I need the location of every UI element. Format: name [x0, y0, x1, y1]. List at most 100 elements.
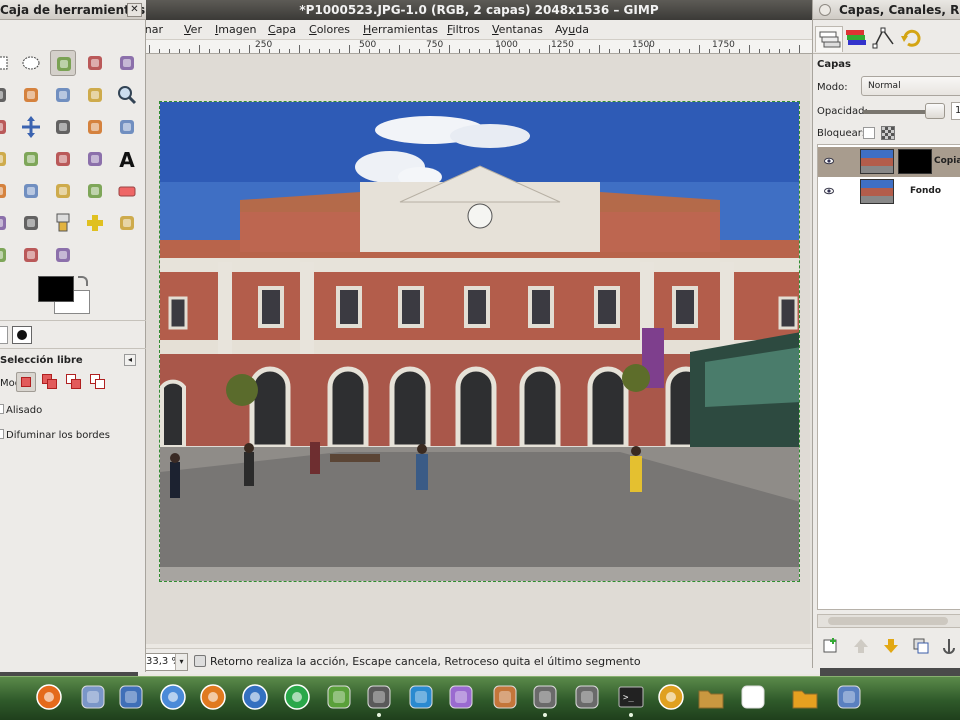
color-picker-tool[interactable] — [82, 82, 108, 108]
foreground-color-swatch[interactable] — [38, 276, 74, 302]
scrollbar-thumb[interactable] — [828, 617, 948, 625]
folder-icon[interactable] — [696, 682, 726, 712]
menu-colores[interactable]: Colores — [309, 23, 350, 36]
lock-alpha-icon[interactable] — [881, 126, 895, 140]
text-tool[interactable]: A — [114, 146, 140, 172]
chevron-left-icon[interactable]: ◂ — [124, 354, 136, 366]
evernote-icon[interactable] — [324, 682, 354, 712]
workspaces-icon[interactable] — [738, 682, 768, 712]
brush-preview-icon[interactable] — [0, 326, 8, 344]
thunderbird-icon[interactable] — [240, 682, 270, 712]
gimp-icon[interactable] — [364, 682, 394, 717]
lower-layer-icon[interactable] — [881, 636, 901, 656]
opacity-spinbox[interactable]: 1 — [951, 102, 960, 120]
scale-tool[interactable] — [0, 146, 12, 172]
mode-subtract-button[interactable] — [64, 372, 84, 392]
rotate-tool[interactable] — [114, 114, 140, 140]
zoom-tool[interactable] — [114, 82, 140, 108]
horizontal-ruler[interactable]: 250 500 750 1000 1250 1500 1750 — [146, 40, 820, 54]
blend-tool[interactable] — [18, 178, 44, 204]
layer-list-scrollbar[interactable] — [817, 614, 960, 628]
firefox-icon[interactable] — [198, 682, 228, 712]
scissors-select-tool[interactable] — [0, 82, 12, 108]
layer-row[interactable]: Fondo — [818, 177, 960, 207]
blur-tool[interactable] — [0, 242, 12, 268]
paths-tool[interactable] — [50, 82, 76, 108]
chevron-down-icon[interactable]: ▾ — [175, 654, 187, 670]
menu-ventanas[interactable]: Ventanas — [492, 23, 543, 36]
paintbrush-tool[interactable] — [82, 178, 108, 204]
smudge-tool[interactable] — [18, 242, 44, 268]
dodge-burn-tool[interactable] — [50, 242, 76, 268]
move-tool[interactable] — [18, 114, 44, 140]
ubuntu-icon[interactable] — [34, 682, 64, 712]
mode-intersect-button[interactable] — [88, 372, 108, 392]
menu-herramientas[interactable]: Herramientas — [363, 23, 438, 36]
antialias-checkbox[interactable] — [0, 404, 4, 414]
window-switcher-icon[interactable] — [834, 682, 864, 712]
shear-tool[interactable] — [18, 146, 44, 172]
anchor-layer-icon[interactable] — [939, 636, 959, 656]
archive-icon[interactable] — [790, 682, 820, 712]
tab-paths[interactable] — [871, 26, 899, 52]
spotify-icon[interactable] — [282, 682, 312, 712]
crop-tool[interactable] — [82, 114, 108, 140]
menu-imagen[interactable]: Imagen — [215, 23, 256, 36]
opacity-slider-handle[interactable] — [925, 103, 945, 119]
menu-filtros[interactable]: Filtros — [447, 23, 480, 36]
align-tool[interactable] — [50, 114, 76, 140]
image-canvas[interactable] — [159, 101, 800, 582]
flip-tool[interactable] — [82, 146, 108, 172]
pidgin-icon[interactable] — [446, 682, 476, 712]
airbrush-tool[interactable] — [0, 210, 12, 236]
new-layer-icon[interactable] — [821, 636, 841, 656]
close-icon[interactable] — [819, 4, 831, 16]
measure-tool[interactable] — [0, 114, 12, 140]
rect-select-tool[interactable] — [0, 50, 12, 76]
menu-capa[interactable]: Capa — [268, 23, 296, 36]
canvas-area[interactable] — [146, 54, 810, 644]
gimp-icon-2[interactable] — [530, 682, 560, 717]
menu-ayuda[interactable]: Ayuda — [555, 23, 589, 36]
close-icon[interactable]: ✕ — [127, 3, 142, 17]
eye-icon[interactable] — [824, 186, 834, 196]
duplicate-layer-icon[interactable] — [911, 636, 931, 656]
layer-mode-select[interactable]: Normal — [861, 76, 960, 96]
zoom-select[interactable]: 33,3 % ▾ — [142, 653, 188, 671]
color-select-tool[interactable] — [114, 50, 140, 76]
bucket-fill-tool[interactable] — [0, 178, 12, 204]
eraser-tool[interactable] — [114, 178, 140, 204]
chromium-icon[interactable] — [158, 682, 188, 712]
brush-circle-icon[interactable] — [12, 326, 32, 344]
clock-icon[interactable] — [656, 682, 686, 712]
empathy-icon[interactable] — [406, 682, 436, 712]
fuzzy-select-tool[interactable] — [82, 50, 108, 76]
terminal-icon[interactable]: >_ — [616, 682, 646, 717]
tab-channels[interactable] — [843, 26, 871, 52]
mode-add-button[interactable] — [40, 372, 60, 392]
layer-name[interactable]: Fondo — [910, 186, 941, 196]
eye-icon[interactable] — [824, 156, 834, 166]
tab-undo[interactable] — [899, 26, 927, 52]
virtualbox-icon[interactable] — [116, 682, 146, 712]
ellipse-select-tool[interactable] — [18, 50, 44, 76]
heal-tool[interactable] — [82, 210, 108, 236]
ink-tool[interactable] — [18, 210, 44, 236]
mode-replace-button[interactable] — [16, 372, 36, 392]
tab-layers[interactable] — [815, 26, 843, 52]
shotwell-icon[interactable] — [490, 682, 520, 712]
perspective-clone-tool[interactable] — [114, 210, 140, 236]
lock-pixels-checkbox[interactable] — [863, 127, 875, 139]
feather-checkbox[interactable] — [0, 429, 4, 439]
gimp-icon-3[interactable] — [572, 682, 602, 712]
files-icon[interactable] — [78, 682, 108, 712]
layer-name[interactable]: Copia — [934, 156, 960, 166]
clone-tool[interactable] — [50, 210, 76, 236]
pencil-tool[interactable] — [50, 178, 76, 204]
perspective-tool[interactable] — [50, 146, 76, 172]
menu-ver[interactable]: Ver — [184, 23, 202, 36]
free-select-tool[interactable] — [50, 50, 76, 76]
layer-row[interactable]: Copia — [818, 147, 960, 177]
raise-layer-icon[interactable] — [851, 636, 871, 656]
foreground-select-tool[interactable] — [18, 82, 44, 108]
